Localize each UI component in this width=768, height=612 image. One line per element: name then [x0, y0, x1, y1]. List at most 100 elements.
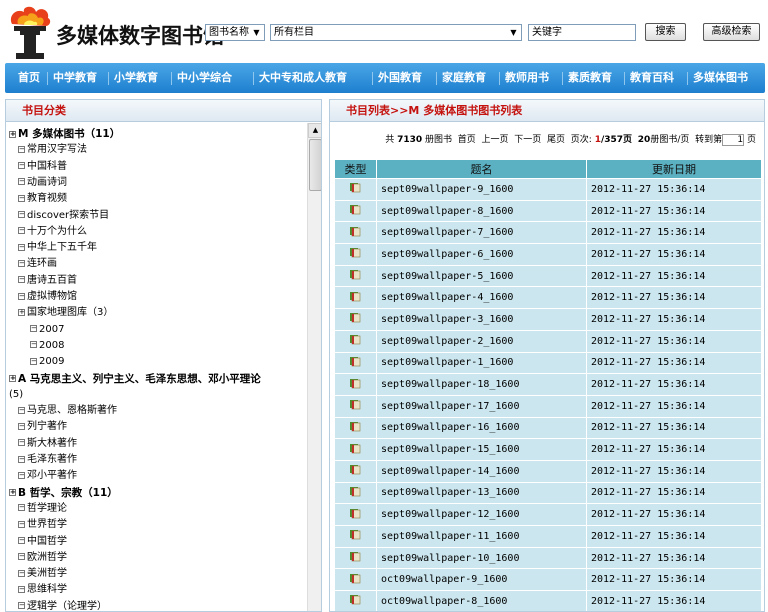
pager-prev[interactable]: 上一页: [482, 135, 509, 145]
table-row[interactable]: sept09wallpaper-12_1600 2012-11-27 15:36:…: [334, 503, 762, 526]
table-row[interactable]: sept09wallpaper-1_1600 2012-11-27 15:36:1…: [334, 351, 762, 375]
expand-icon[interactable]: +: [9, 489, 16, 497]
table-row[interactable]: oct09wallpaper-8_1600 2012-11-27 15:36:14: [334, 590, 762, 611]
expand-icon[interactable]: +: [9, 375, 16, 382]
tree-item[interactable]: − 虚拟博物馆: [18, 289, 77, 305]
table-row[interactable]: sept09wallpaper-14_1600 2012-11-27 15:36:…: [334, 459, 762, 483]
tree-item[interactable]: −2007: [30, 322, 64, 338]
tree-item[interactable]: −2008: [30, 338, 64, 354]
tree-item[interactable]: − 哲学理论: [18, 501, 67, 517]
book-title-link[interactable]: sept09wallpaper-16_1600: [376, 416, 587, 440]
tree-item[interactable]: − 列宁著作: [18, 419, 67, 435]
table-row[interactable]: sept09wallpaper-5_1600 2012-11-27 15:36:1…: [334, 264, 762, 288]
tree-item[interactable]: − 中国哲学: [18, 534, 67, 550]
nav-item[interactable]: 小学教育: [114, 63, 158, 93]
tree-item[interactable]: − 中华上下五千年: [18, 240, 97, 256]
keyword-input[interactable]: 关键字: [528, 24, 636, 41]
scroll-up-arrow-icon[interactable]: ▲: [308, 123, 321, 138]
tree-category[interactable]: + B 哲学、宗教（11）: [9, 485, 118, 501]
book-title-link[interactable]: sept09wallpaper-14_1600: [376, 459, 587, 483]
tree-item[interactable]: − 毛泽东著作: [18, 452, 77, 468]
book-title-link[interactable]: sept09wallpaper-12_1600: [376, 503, 587, 526]
scrollbar-thumb[interactable]: [309, 139, 321, 191]
table-row[interactable]: sept09wallpaper-13_1600 2012-11-27 15:36:…: [334, 481, 762, 505]
type-cell: [334, 394, 377, 418]
pager-last[interactable]: 尾页: [547, 135, 565, 145]
book-title-link[interactable]: oct09wallpaper-9_1600: [376, 568, 587, 592]
tree-item[interactable]: − 唐诗五百首: [18, 273, 77, 289]
tree-item[interactable]: − 中国科普: [18, 159, 67, 175]
table-row[interactable]: sept09wallpaper-11_1600 2012-11-27 15:36:…: [334, 525, 762, 548]
search-button[interactable]: 搜索: [645, 23, 686, 41]
tree-item[interactable]: − 美洲哲学: [18, 566, 67, 582]
nav-item[interactable]: 中学教育: [53, 63, 97, 93]
table-row[interactable]: sept09wallpaper-10_1600 2012-11-27 15:36:…: [334, 546, 762, 570]
search-field-select[interactable]: 图书名称 ▼: [205, 24, 265, 41]
tree-item[interactable]: − 马克思、恩格斯著作: [18, 403, 117, 419]
tree-item[interactable]: − 欧洲哲学: [18, 550, 67, 566]
nav-item[interactable]: 首页: [18, 63, 40, 93]
book-title-link[interactable]: sept09wallpaper-8_1600: [376, 199, 587, 223]
book-title-link[interactable]: sept09wallpaper-4_1600: [376, 286, 587, 310]
advanced-search-button[interactable]: 高级检索: [703, 23, 760, 41]
expand-icon[interactable]: +: [9, 130, 16, 138]
nav-item[interactable]: 外国教育: [378, 63, 422, 93]
book-title-link[interactable]: sept09wallpaper-17_1600: [376, 394, 587, 418]
book-title-link[interactable]: sept09wallpaper-2_1600: [376, 329, 587, 353]
nav-item[interactable]: 多媒体图书: [693, 63, 748, 93]
table-row[interactable]: sept09wallpaper-2_1600 2012-11-27 15:36:1…: [334, 329, 762, 353]
table-row[interactable]: sept09wallpaper-3_1600 2012-11-27 15:36:1…: [334, 308, 762, 331]
tree-item[interactable]: − 思维科学: [18, 582, 67, 598]
pager-jump-input[interactable]: 1: [722, 133, 745, 146]
tree-item[interactable]: − 邓小平著作: [18, 468, 77, 484]
tree-item[interactable]: − 动画诗词: [18, 175, 67, 191]
book-title-link[interactable]: sept09wallpaper-10_1600: [376, 546, 587, 570]
table-row[interactable]: sept09wallpaper-6_1600 2012-11-27 15:36:1…: [334, 243, 762, 266]
tree-item[interactable]: −2009: [30, 354, 64, 370]
tree-item[interactable]: − discover探索节目: [18, 208, 109, 224]
table-row[interactable]: sept09wallpaper-9_1600 2012-11-27 15:36:1…: [334, 178, 762, 201]
tree-item[interactable]: − 连环画: [18, 256, 57, 272]
tree-item[interactable]: + 国家地理图库（3）: [18, 305, 113, 321]
tree-item[interactable]: − 斯大林著作: [18, 436, 77, 452]
tree-item[interactable]: − 常用汉字写法: [18, 142, 87, 158]
book-title-link[interactable]: sept09wallpaper-5_1600: [376, 264, 587, 288]
book-title-link[interactable]: sept09wallpaper-11_1600: [376, 525, 587, 548]
tree-category[interactable]: + M 多媒体图书（11）: [9, 126, 120, 142]
table-row[interactable]: oct09wallpaper-9_1600 2012-11-27 15:36:14: [334, 568, 762, 592]
table-row[interactable]: sept09wallpaper-4_1600 2012-11-27 15:36:1…: [334, 286, 762, 310]
pager-next[interactable]: 下一页: [514, 135, 541, 145]
table-row[interactable]: sept09wallpaper-7_1600 2012-11-27 15:36:1…: [334, 221, 762, 245]
tree-item[interactable]: (5): [9, 387, 23, 403]
book-title-link[interactable]: oct09wallpaper-8_1600: [376, 590, 587, 611]
book-title-link[interactable]: sept09wallpaper-6_1600: [376, 243, 587, 266]
tree-item[interactable]: − 教育视频: [18, 191, 67, 207]
book-title-link[interactable]: sept09wallpaper-7_1600: [376, 221, 587, 245]
book-title-link[interactable]: sept09wallpaper-18_1600: [376, 373, 587, 396]
scrollbar[interactable]: ▲: [307, 123, 321, 611]
book-title-link[interactable]: sept09wallpaper-15_1600: [376, 438, 587, 461]
nav-item[interactable]: 大中专和成人教育: [259, 63, 347, 93]
nav-item[interactable]: 家庭教育: [442, 63, 486, 93]
nav-item[interactable]: 素质教育: [568, 63, 612, 93]
tree-item[interactable]: − 十万个为什么: [18, 224, 87, 240]
nav-item[interactable]: 教师用书: [505, 63, 549, 93]
column-select[interactable]: 所有栏目 ▼: [270, 24, 522, 41]
table-row[interactable]: sept09wallpaper-17_1600 2012-11-27 15:36:…: [334, 394, 762, 418]
tree-item[interactable]: − 世界哲学: [18, 517, 67, 533]
book-title-link[interactable]: sept09wallpaper-13_1600: [376, 481, 587, 505]
nav-item[interactable]: 教育百科: [630, 63, 674, 93]
book-title-link[interactable]: sept09wallpaper-3_1600: [376, 308, 587, 331]
table-row[interactable]: sept09wallpaper-18_1600 2012-11-27 15:36:…: [334, 373, 762, 396]
nav-item[interactable]: 中小学综合: [177, 63, 232, 93]
table-row[interactable]: sept09wallpaper-8_1600 2012-11-27 15:36:1…: [334, 199, 762, 223]
book-title-link[interactable]: sept09wallpaper-1_1600: [376, 351, 587, 375]
tree-category[interactable]: + A 马克思主义、列宁主义、毛泽东思想、邓小平理论: [9, 371, 261, 387]
tree-label: 马克思、恩格斯著作: [27, 405, 117, 417]
table-row[interactable]: sept09wallpaper-15_1600 2012-11-27 15:36:…: [334, 438, 762, 461]
table-row[interactable]: sept09wallpaper-16_1600 2012-11-27 15:36:…: [334, 416, 762, 440]
pager-first[interactable]: 首页: [458, 135, 476, 145]
book-title-link[interactable]: sept09wallpaper-9_1600: [376, 178, 587, 201]
tree-item[interactable]: − 逻辑学（论理学）: [18, 599, 107, 611]
expand-icon[interactable]: +: [18, 308, 25, 316]
